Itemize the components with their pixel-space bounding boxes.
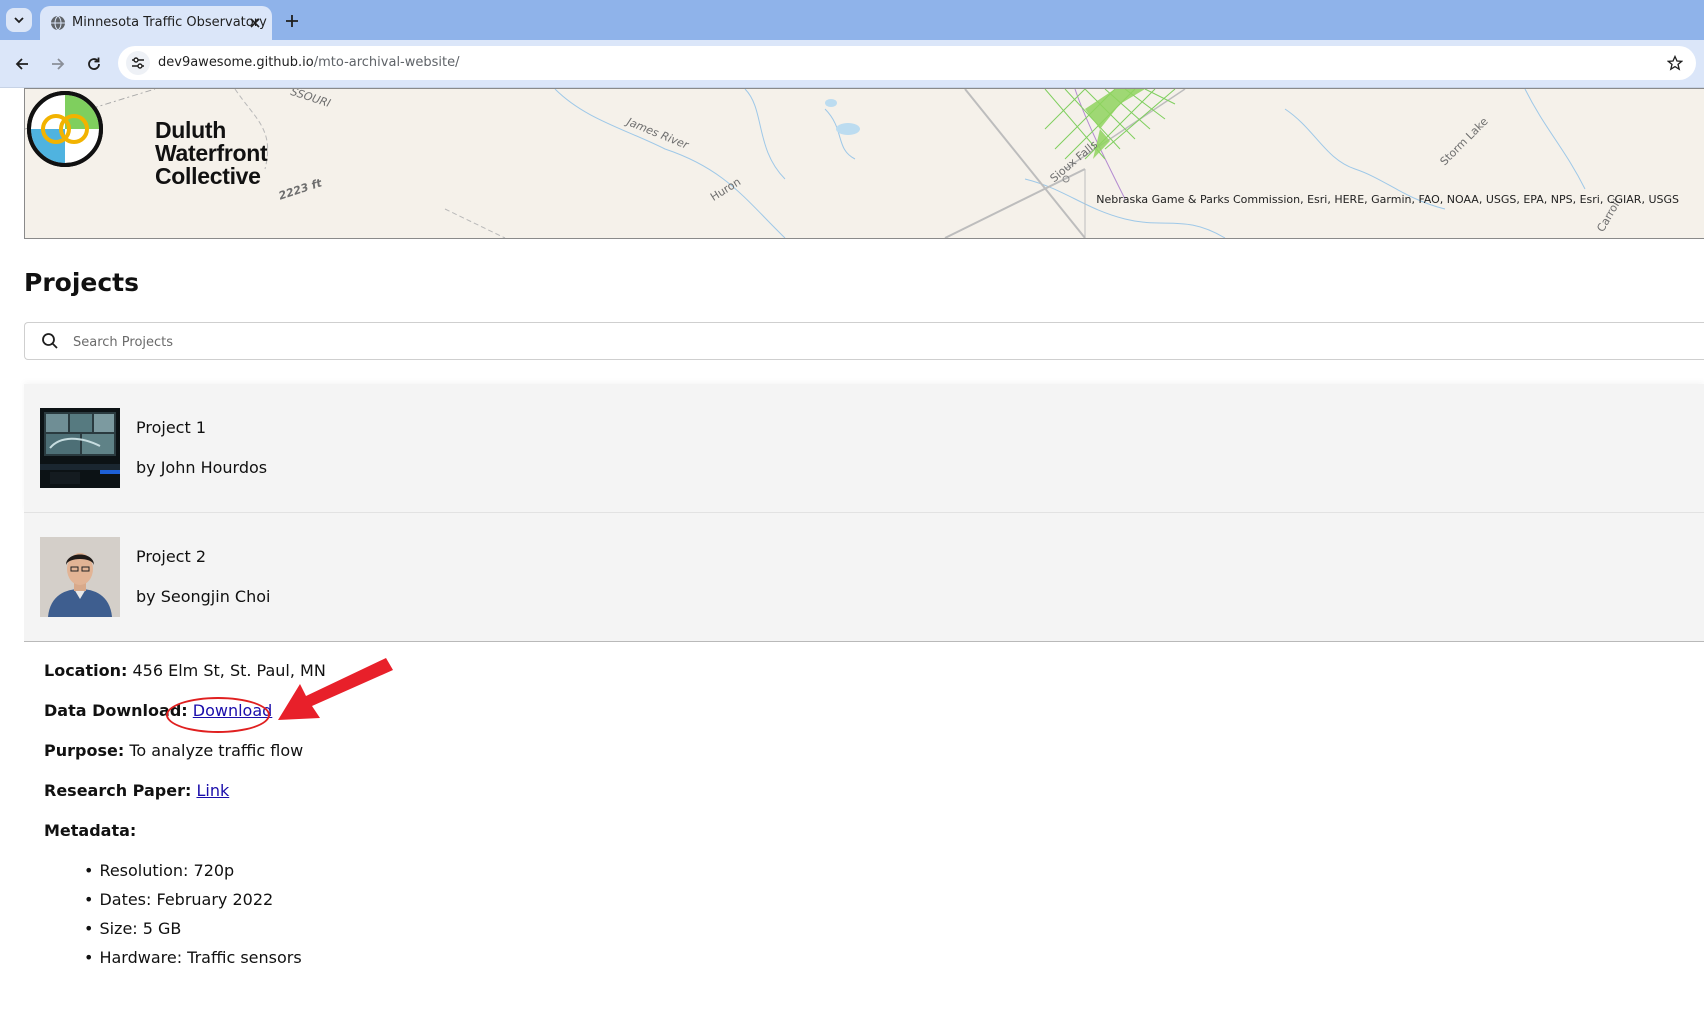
red-arrow-icon (278, 658, 393, 720)
browser-tabstrip: Minnesota Traffic Observatory (0, 0, 1704, 40)
map-banner[interactable]: SSOURI James River Huron Sioux Falls Sto… (24, 88, 1704, 239)
new-tab-button[interactable] (280, 9, 304, 33)
project-list: Project 1 by John Hourdos Project 2 by S… (24, 384, 1704, 642)
project-card[interactable]: Project 1 by John Hourdos (24, 384, 1704, 513)
research-paper-link[interactable]: Link (196, 781, 229, 800)
metadata-list: Resolution: 720p Dates: February 2022 Si… (84, 861, 302, 977)
author-portrait-image (40, 537, 120, 617)
metadata-item: Resolution: 720p (84, 861, 302, 890)
metadata-item: Hardware: Traffic sensors (84, 948, 301, 977)
browser-toolbar: dev9awesome.github.io/mto-archival-websi… (0, 40, 1704, 88)
location-label: Location: (44, 661, 128, 680)
arrow-right-icon (52, 58, 65, 70)
purpose-row: Purpose: To analyze traffic flow (44, 741, 303, 760)
logo-wordmark: Duluth Waterfront Collective (155, 117, 268, 189)
reload-button[interactable] (80, 50, 108, 78)
arrow-left-icon (15, 58, 28, 70)
star-icon (1667, 55, 1683, 71)
search-input[interactable] (71, 329, 975, 355)
map-background (25, 89, 1586, 238)
search-icon (42, 333, 58, 349)
close-tab-button[interactable] (246, 14, 264, 32)
purpose-label: Purpose: (44, 741, 125, 760)
control-room-image (40, 408, 120, 488)
close-icon (250, 18, 260, 28)
annotation-circle (166, 697, 270, 733)
tab-list-button[interactable] (6, 8, 32, 32)
reload-icon (88, 57, 100, 70)
tab-title: Minnesota Traffic Observatory (72, 15, 267, 30)
forward-button[interactable] (44, 50, 72, 78)
logo-line: Waterfront (155, 140, 268, 166)
chevron-down-icon (14, 17, 24, 24)
research-paper-row: Research Paper: Link (44, 781, 229, 800)
url-text: dev9awesome.github.io/mto-archival-websi… (158, 55, 460, 70)
page-title: Projects (24, 268, 140, 297)
bookmark-button[interactable] (1664, 52, 1686, 74)
project-title[interactable]: Project 2 (136, 547, 206, 566)
plus-icon (286, 15, 298, 27)
purpose-value: To analyze traffic flow (129, 741, 304, 760)
metadata-label: Metadata: (44, 821, 137, 840)
site-info-button[interactable] (126, 51, 150, 75)
address-bar[interactable]: dev9awesome.github.io/mto-archival-websi… (118, 46, 1696, 80)
globe-icon (51, 15, 65, 31)
back-button[interactable] (8, 50, 36, 78)
project-title[interactable]: Project 1 (136, 418, 206, 437)
browser-tab[interactable]: Minnesota Traffic Observatory (40, 6, 272, 40)
logo-line: Collective (155, 163, 261, 189)
metadata-row: Metadata: (44, 821, 136, 840)
project-card[interactable]: Project 2 by Seongjin Choi (24, 513, 1704, 642)
url-path: /mto-archival-website/ (313, 55, 460, 70)
url-host: dev9awesome.github.io (158, 55, 314, 70)
map-attribution: Nebraska Game & Parks Commission, Esri, … (1096, 193, 1679, 206)
research-paper-label: Research Paper: (44, 781, 192, 800)
project-author: by Seongjin Choi (136, 587, 271, 606)
metadata-item: Dates: February 2022 (84, 890, 302, 919)
project-thumbnail (40, 408, 120, 488)
search-box[interactable] (24, 322, 1704, 360)
collective-logo-icon (27, 91, 103, 167)
metadata-item: Size: 5 GB (84, 919, 302, 948)
project-thumbnail (40, 537, 120, 617)
tune-icon (132, 57, 144, 69)
logo-line: Duluth (155, 117, 227, 143)
project-author: by John Hourdos (136, 458, 268, 477)
